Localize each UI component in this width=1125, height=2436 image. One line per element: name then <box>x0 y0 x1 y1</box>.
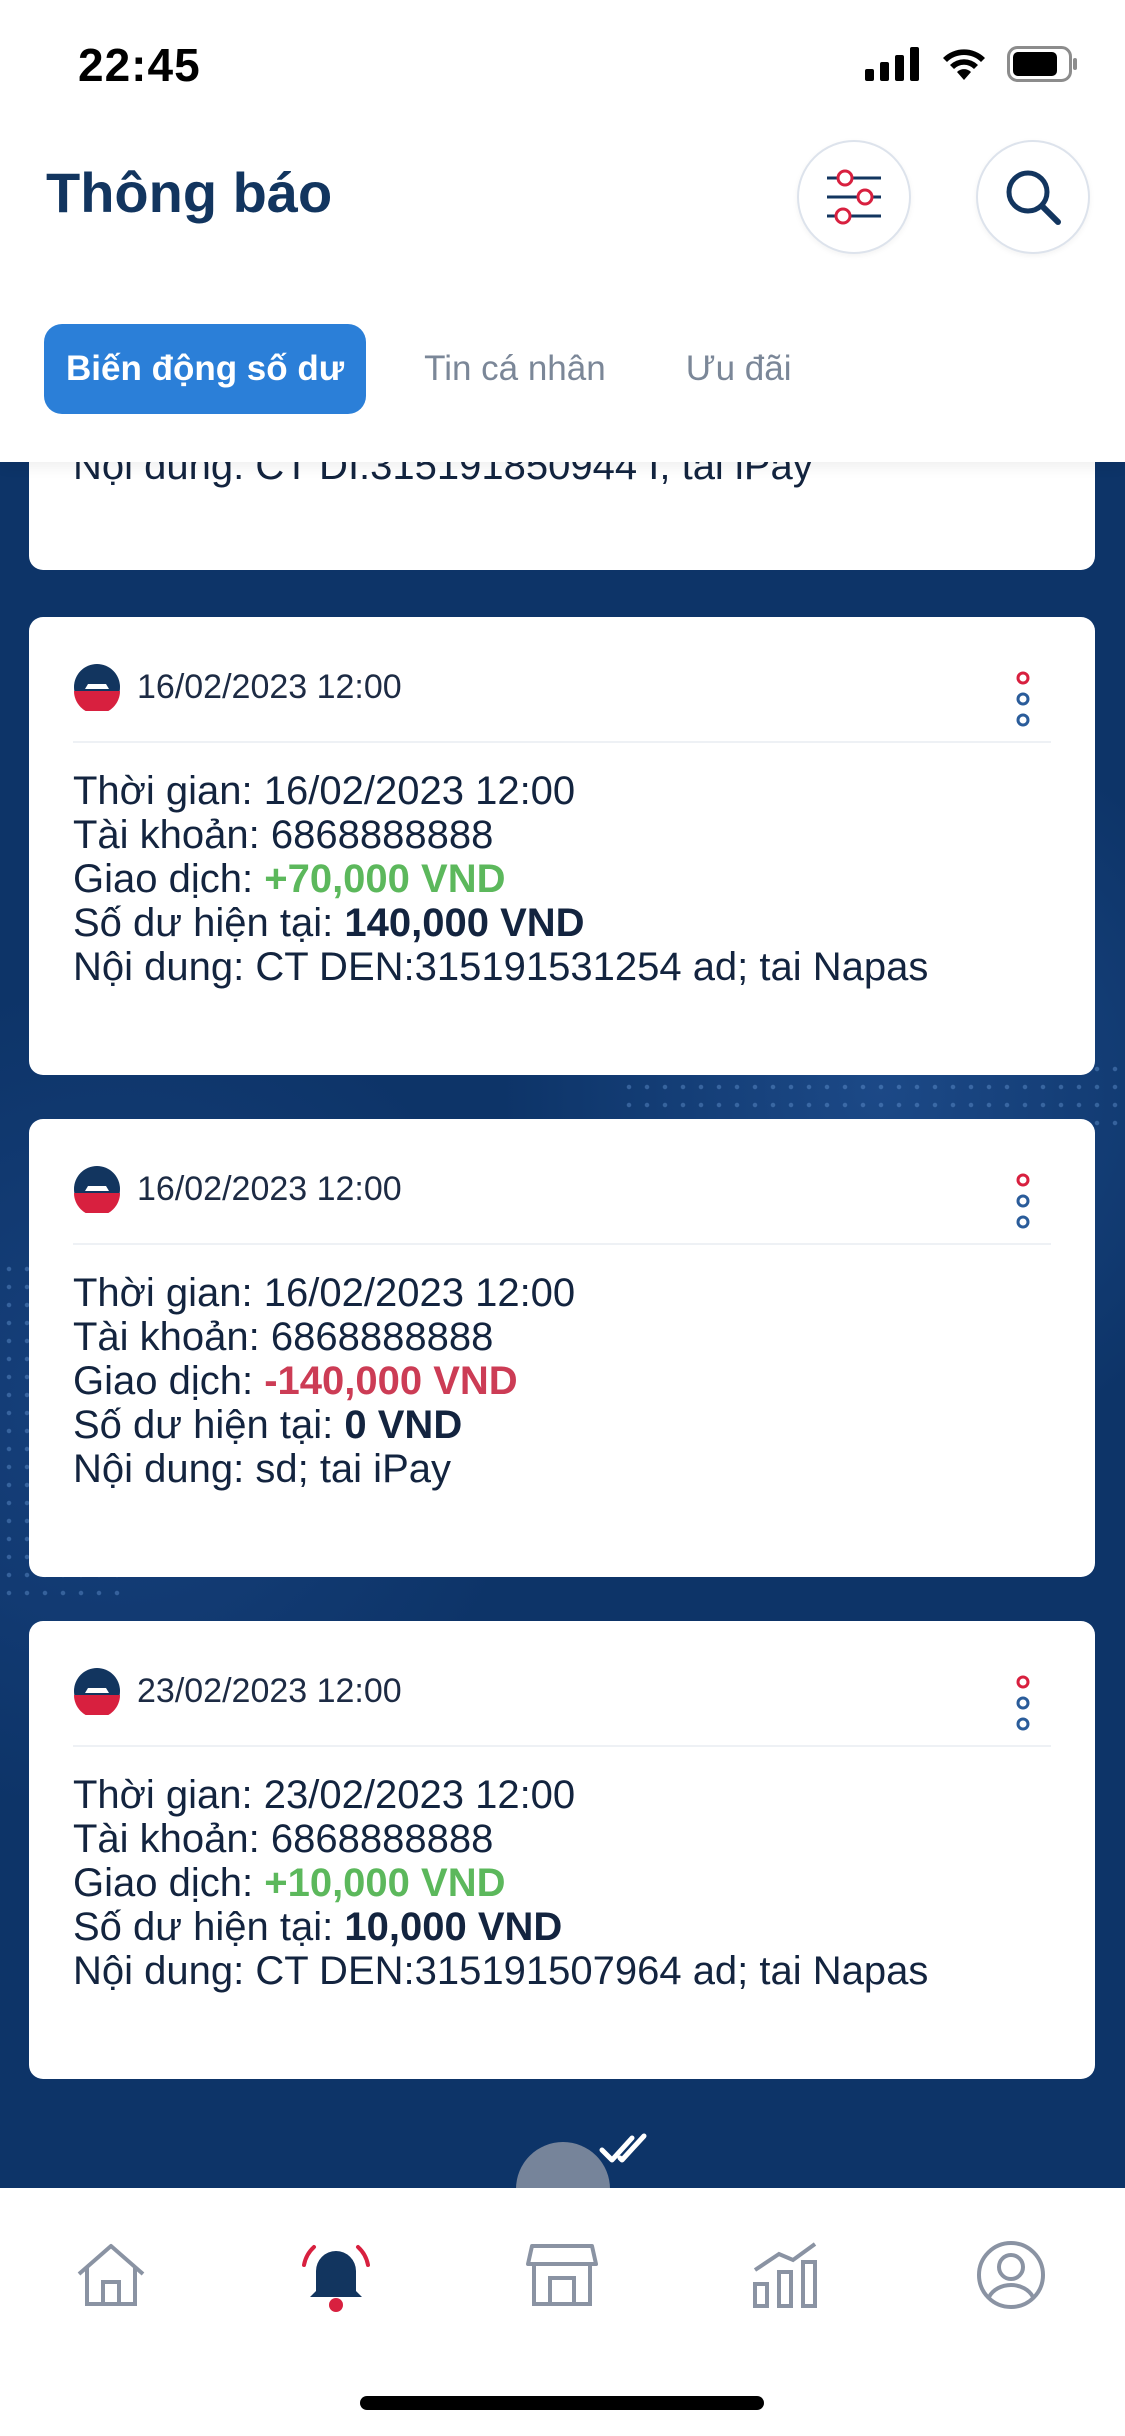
sliders-icon <box>827 169 881 225</box>
account-value: 6868888888 <box>270 1817 494 1861</box>
battery-icon <box>1007 46 1077 82</box>
time-label: Thời gian: <box>73 1773 264 1817</box>
time-label: Thời gian: <box>73 1271 264 1315</box>
balance-value: 140,000 VND <box>344 901 585 945</box>
more-options-icon[interactable] <box>1011 669 1035 729</box>
transaction-row: Giao dịch: -140,000 VND <box>73 1359 575 1403</box>
card-body: Thời gian: 16/02/2023 12:00 Tài khoản: 6… <box>73 769 928 989</box>
transaction-label: Giao dịch: <box>73 1861 265 1905</box>
card-divider <box>73 1745 1051 1747</box>
status-icons <box>865 46 1079 82</box>
balance-label: Số dư hiện tại: <box>73 1905 345 1949</box>
balance-label: Số dư hiện tại: <box>73 1403 345 1447</box>
nav-investment[interactable] <box>740 2230 830 2320</box>
tab-balance-changes[interactable]: Biến động số dư <box>44 324 367 414</box>
account-value: 6868888888 <box>270 813 494 857</box>
bank-logo-icon <box>74 664 120 711</box>
transaction-amount: +70,000 VND <box>264 857 506 901</box>
content-value: sd; tai iPay <box>255 1447 451 1491</box>
nav-profile[interactable] <box>966 2230 1056 2320</box>
transaction-row: Giao dịch: +10,000 VND <box>73 1861 928 1905</box>
content-value: CT DEN:315191531254 ad; tai Napas <box>255 945 929 989</box>
card-divider <box>73 1243 1051 1245</box>
profile-icon <box>977 2241 1045 2309</box>
nav-store[interactable] <box>517 2230 607 2320</box>
transaction-label: Giao dịch: <box>73 857 265 901</box>
card-date: 16/02/2023 12:00 <box>137 1169 402 1208</box>
wifi-icon <box>943 49 985 80</box>
search-button[interactable] <box>976 140 1090 254</box>
content-row: Nội dung: CT DEN:315191507964 ad; tai Na… <box>73 1949 928 1993</box>
account-row: Tài khoản: 6868888888 <box>73 1315 575 1359</box>
more-options-icon[interactable] <box>1011 1673 1035 1733</box>
card-body: Thời gian: 16/02/2023 12:00 Tài khoản: 6… <box>73 1271 575 1491</box>
bank-logo-icon <box>74 1166 120 1213</box>
page-title: Thông báo <box>46 161 333 224</box>
card-header: 23/02/2023 12:00 <box>73 1667 402 1715</box>
content-row: Nội dung: CT DEN:315191531254 ad; tai Na… <box>73 945 928 989</box>
balance-label: Số dư hiện tại: <box>73 901 345 945</box>
tab-personal[interactable]: Tin cá nhân <box>402 324 628 414</box>
transaction-row: Giao dịch: +70,000 VND <box>73 857 928 901</box>
account-label: Tài khoản: <box>73 1315 271 1359</box>
tab-offers[interactable]: Ưu đãi <box>664 324 814 414</box>
app-header: 22:45 Thông báo Biến động số dư Tin cá n… <box>0 0 1125 462</box>
time-label: Thời gian: <box>73 769 264 813</box>
store-icon <box>526 2244 598 2306</box>
time-row: Thời gian: 16/02/2023 12:00 <box>73 769 928 813</box>
card-date: 23/02/2023 12:00 <box>137 1671 402 1710</box>
notification-card[interactable]: 23/02/2023 12:00 Thời gian: 23/02/2023 1… <box>29 1621 1095 2079</box>
more-options-icon[interactable] <box>1011 1171 1035 1231</box>
account-value: 6868888888 <box>270 1315 494 1359</box>
transaction-amount: +10,000 VND <box>264 1861 506 1905</box>
notification-tabs: Biến động số dư Tin cá nhân Ưu đãi <box>44 324 814 414</box>
status-time: 22:45 <box>78 39 201 91</box>
card-header: 16/02/2023 12:00 <box>73 1165 402 1213</box>
double-check-icon <box>599 2133 647 2163</box>
notification-card[interactable]: 16/02/2023 12:00 Thời gian: 16/02/2023 1… <box>29 617 1095 1075</box>
time-value: 16/02/2023 12:00 <box>263 769 576 813</box>
filter-button[interactable] <box>797 140 911 254</box>
balance-row: Số dư hiện tại: 0 VND <box>73 1403 575 1447</box>
balance-value: 0 VND <box>344 1403 463 1447</box>
bell-icon <box>302 2245 370 2312</box>
search-icon <box>1006 170 1061 225</box>
time-row: Thời gian: 16/02/2023 12:00 <box>73 1271 575 1315</box>
account-row: Tài khoản: 6868888888 <box>73 1817 928 1861</box>
nav-home[interactable] <box>66 2230 156 2320</box>
home-icon <box>77 2244 145 2306</box>
content-label: Nội dung: <box>73 1949 256 1993</box>
card-body: Thời gian: 23/02/2023 12:00 Tài khoản: 6… <box>73 1773 928 1993</box>
transaction-label: Giao dịch: <box>73 1359 265 1403</box>
time-value: 16/02/2023 12:00 <box>263 1271 576 1315</box>
home-indicator[interactable] <box>360 2396 764 2410</box>
balance-row: Số dư hiện tại: 10,000 VND <box>73 1905 928 1949</box>
balance-value: 10,000 VND <box>344 1905 563 1949</box>
content-label: Nội dung: <box>73 1447 256 1491</box>
signal-icon <box>865 47 919 81</box>
card-date: 16/02/2023 12:00 <box>137 667 402 706</box>
card-divider <box>73 741 1051 743</box>
nav-notifications[interactable] <box>291 2230 381 2320</box>
card-header: 16/02/2023 12:00 <box>73 663 402 711</box>
time-row: Thời gian: 23/02/2023 12:00 <box>73 1773 928 1817</box>
content-value: CT DEN:315191507964 ad; tai Napas <box>255 1949 929 1993</box>
content-label: Nội dung: <box>73 945 256 989</box>
transaction-amount: -140,000 VND <box>264 1359 518 1403</box>
notification-card[interactable]: 16/02/2023 12:00 Thời gian: 16/02/2023 1… <box>29 1119 1095 1577</box>
account-row: Tài khoản: 6868888888 <box>73 813 928 857</box>
account-label: Tài khoản: <box>73 1817 271 1861</box>
time-value: 23/02/2023 12:00 <box>263 1773 576 1817</box>
balance-row: Số dư hiện tại: 140,000 VND <box>73 901 928 945</box>
content-row: Nội dung: sd; tai iPay <box>73 1447 575 1491</box>
account-label: Tài khoản: <box>73 813 271 857</box>
chart-icon <box>753 2242 817 2308</box>
bank-logo-icon <box>74 1668 120 1715</box>
